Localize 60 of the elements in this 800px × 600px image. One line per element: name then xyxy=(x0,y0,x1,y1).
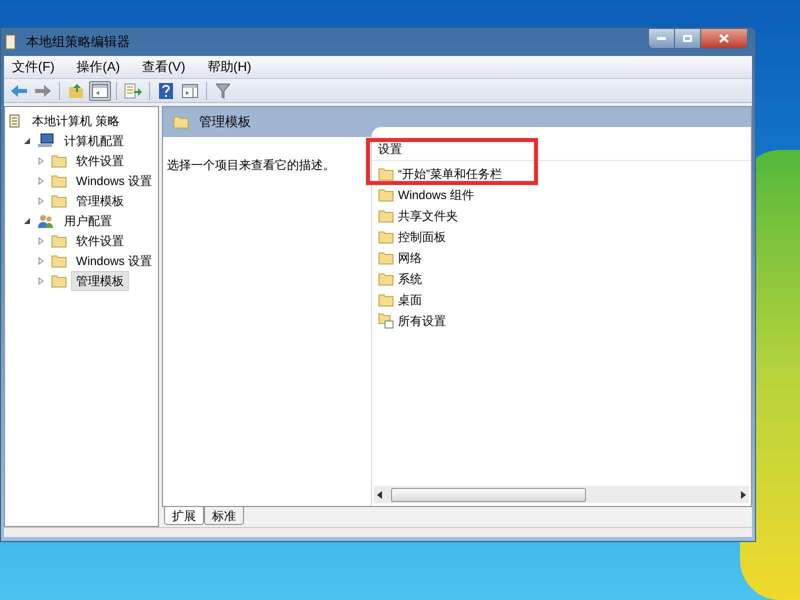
users-icon xyxy=(37,213,55,229)
settings-folder-icon xyxy=(378,312,394,328)
folder-icon xyxy=(378,166,394,180)
folder-icon xyxy=(378,250,394,264)
tree-item[interactable]: 用户配置 xyxy=(59,211,117,231)
folder-icon xyxy=(173,115,189,129)
close-button[interactable] xyxy=(701,29,747,48)
tree-item[interactable]: 软件设置 xyxy=(71,151,129,171)
list-item[interactable]: 系统 xyxy=(398,270,422,288)
tree-item[interactable]: 本地计算机 策略 xyxy=(27,111,124,131)
folder-icon xyxy=(378,188,394,202)
tree-item[interactable]: 管理模板 xyxy=(71,191,129,211)
toolbar-button[interactable] xyxy=(122,80,144,100)
minimize-button[interactable] xyxy=(649,29,675,48)
folder-icon xyxy=(51,274,67,288)
tree-item[interactable]: Windows 设置 xyxy=(71,171,158,191)
description-text: 选择一个项目来查看它的描述。 xyxy=(167,158,335,172)
menu-item[interactable]: 帮助(H) xyxy=(207,57,252,77)
folder-icon xyxy=(378,292,394,306)
maximize-button[interactable] xyxy=(675,29,701,48)
menu-item[interactable]: 文件(F) xyxy=(12,57,55,77)
window-icon xyxy=(4,34,18,50)
list-item[interactable]: 控制面板 xyxy=(398,228,446,246)
folder-up-icon xyxy=(68,82,84,98)
folder-icon xyxy=(51,154,67,168)
action-pane-icon xyxy=(182,84,198,98)
list-item[interactable]: 桌面 xyxy=(398,290,422,308)
folder-icon xyxy=(378,208,394,222)
folder-icon xyxy=(378,272,394,286)
folder-icon xyxy=(51,174,67,188)
export-list-icon xyxy=(124,82,142,98)
list-item[interactable]: 网络 xyxy=(398,248,422,266)
computer-icon xyxy=(37,133,55,149)
column-header: 设置 xyxy=(372,137,751,161)
console-tree-icon xyxy=(92,84,108,98)
tree-item[interactable]: 计算机配置 xyxy=(59,131,129,151)
folder-icon xyxy=(51,254,67,268)
list-item[interactable]: 所有设置 xyxy=(398,312,446,330)
view-tab[interactable]: 标准 xyxy=(204,507,244,525)
window-title: 本地组策略编辑器 xyxy=(26,33,130,52)
list-item[interactable]: 共享文件夹 xyxy=(398,206,458,224)
tree-item[interactable]: 软件设置 xyxy=(71,231,129,251)
tree-item[interactable]: Windows 设置 xyxy=(71,251,158,271)
menu-item[interactable]: 查看(V) xyxy=(142,57,186,77)
folder-icon xyxy=(51,194,67,208)
help-icon xyxy=(159,82,173,98)
filter-icon xyxy=(216,82,230,98)
folder-icon xyxy=(378,230,394,244)
close-icon xyxy=(719,34,729,43)
header-title: 管理模板 xyxy=(199,113,251,132)
tree-item[interactable]: 管理模板 xyxy=(71,271,129,291)
view-tab[interactable]: 扩展 xyxy=(164,507,204,525)
list-item[interactable]: “开始”菜单和任务栏 xyxy=(398,164,502,182)
toolbar-button[interactable] xyxy=(89,80,111,100)
menu-item[interactable]: 操作(A) xyxy=(76,57,120,77)
back-arrow-icon xyxy=(10,84,28,98)
folder-icon xyxy=(51,234,67,248)
forward-arrow-icon xyxy=(34,84,52,98)
list-item[interactable]: Windows 组件 xyxy=(398,186,474,204)
scrollbar-thumb[interactable] xyxy=(391,488,586,502)
